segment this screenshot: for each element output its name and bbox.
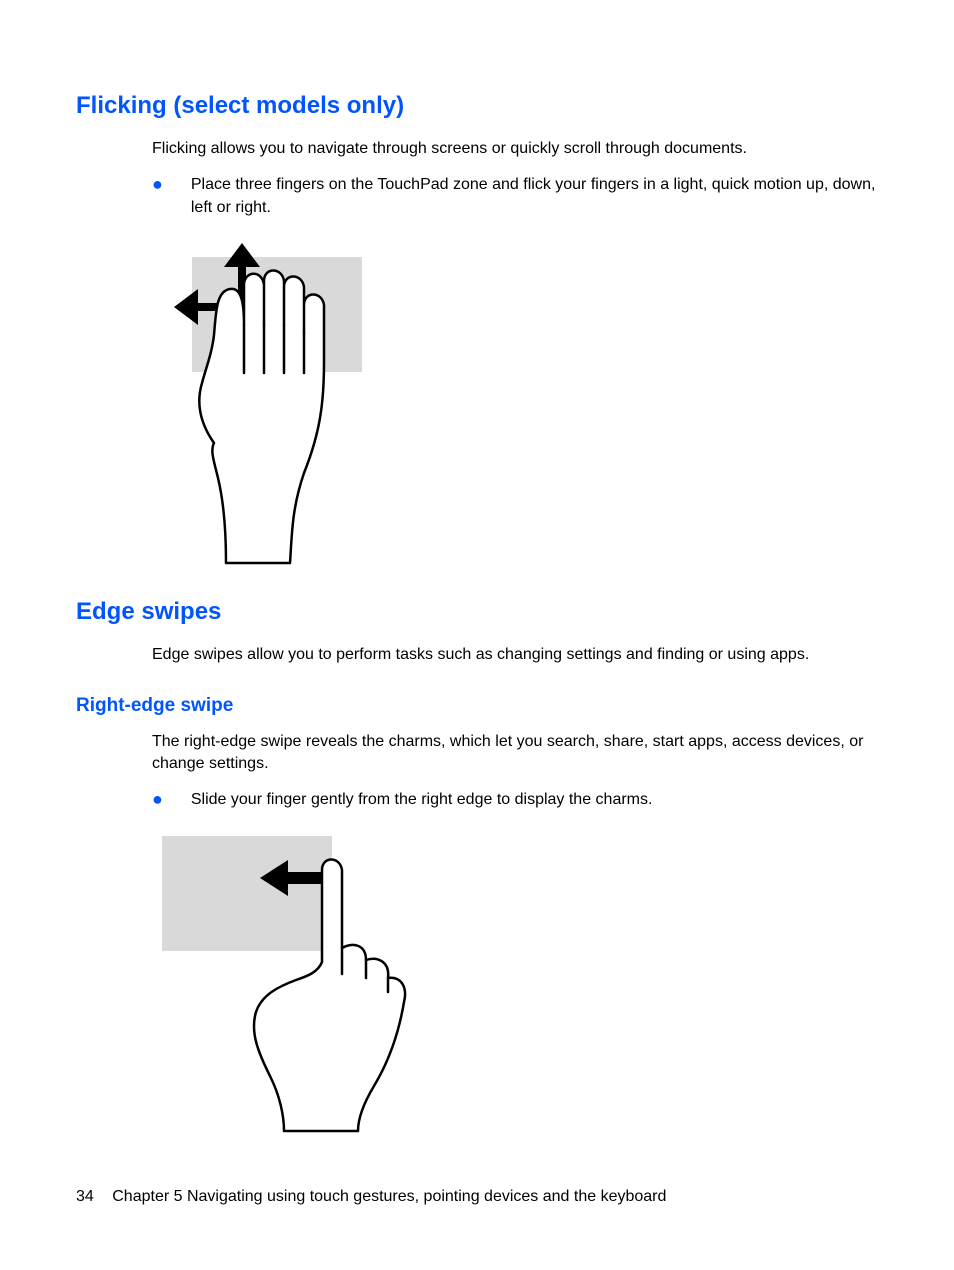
document-page: Flicking (select models only) Flicking a… [0,0,954,1141]
paragraph-right-edge-intro: The right-edge swipe reveals the charms,… [152,731,878,776]
paragraph-flicking-intro: Flicking allows you to navigate through … [152,138,878,160]
heading-edge-swipes: Edge swipes [76,598,878,626]
illustration-right-edge-swipe [152,826,878,1141]
paragraph-edge-swipes-intro: Edge swipes allow you to perform tasks s… [152,644,878,666]
bullet-text-flicking: Place three fingers on the TouchPad zone… [191,174,878,219]
page-footer: 34 Chapter 5 Navigating using touch gest… [76,1188,666,1206]
illustration-flick-gesture [152,233,878,578]
bullet-icon: ● [152,174,163,196]
bullet-icon: ● [152,789,163,811]
page-number: 34 [76,1188,94,1205]
list-item: ● Slide your finger gently from the righ… [152,789,878,811]
heading-right-edge-swipe: Right-edge swipe [76,695,878,717]
chapter-title: Chapter 5 Navigating using touch gesture… [112,1188,666,1205]
heading-flicking: Flicking (select models only) [76,92,878,120]
bullet-text-right-edge: Slide your finger gently from the right … [191,789,878,811]
list-item: ● Place three fingers on the TouchPad zo… [152,174,878,219]
